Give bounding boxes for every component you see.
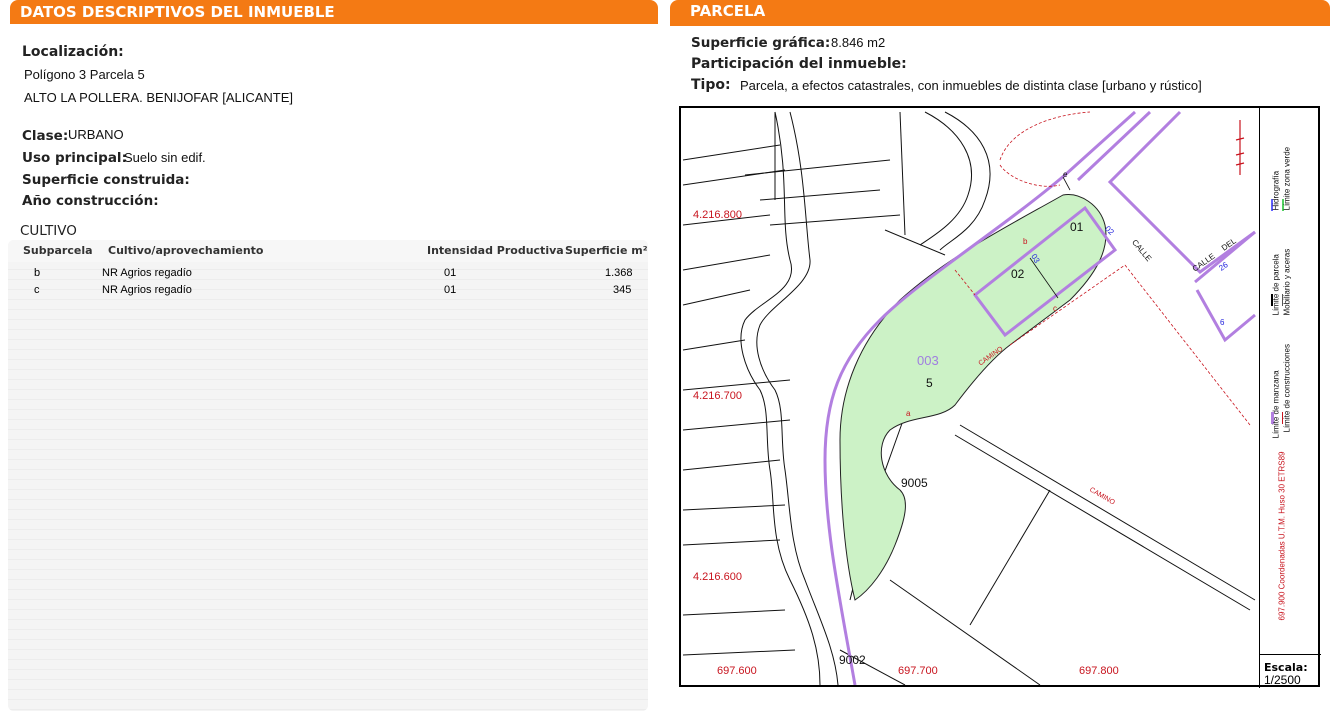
cultivo-title: CULTIVO	[20, 223, 77, 239]
cell-intensidad: 01	[444, 284, 457, 296]
superficie-grafica-value: 8.846 m2	[831, 35, 886, 50]
subparcel-02-label: 02	[1011, 267, 1025, 281]
col-cultivo: Cultivo/aprovechamiento	[108, 244, 264, 257]
x-tick-label: 697.700	[898, 665, 938, 677]
legend-manzana: Límite de manzana	[1271, 370, 1281, 439]
legend-hidrografia: Hidrografía	[1271, 170, 1281, 211]
map-svg	[682, 110, 1256, 685]
parcela-header: PARCELA	[670, 0, 1330, 26]
superficie-grafica-label: Superficie gráfica:	[691, 35, 831, 51]
legend-parcela: Límite de parcela	[1271, 254, 1281, 316]
x-tick-label: 697.600	[717, 665, 757, 677]
localizacion-line1: Polígono 3 Parcela 5	[24, 67, 145, 82]
subparcel-a-label: a	[906, 409, 911, 418]
parcela-title: PARCELA	[690, 2, 766, 20]
road-9005-label: 9005	[901, 476, 928, 490]
subparcel-01-label: 01	[1070, 220, 1084, 234]
localizacion-line2: ALTO LA POLLERA. BENIJOFAR [ALICANTE]	[24, 90, 294, 105]
cultivo-table: Subparcela Cultivo/aprovechamiento Inten…	[8, 240, 648, 711]
col-intensidad: Intensidad Productiva	[427, 244, 564, 257]
parcel-number-label: 5	[926, 376, 933, 390]
cell-superficie: 1.368	[605, 267, 633, 279]
participacion-label: Participación del inmueble:	[691, 56, 907, 72]
legend-construcciones: Límite de construcciones	[1282, 344, 1292, 433]
cell-superficie: 345	[613, 284, 632, 296]
table-header-row: Subparcela Cultivo/aprovechamiento Inten…	[8, 240, 648, 262]
x-tick-label: 697.800	[1079, 665, 1119, 677]
col-subparcela: Subparcela	[23, 244, 93, 257]
legend-zona-verde: Límite zona verde	[1282, 146, 1292, 211]
localizacion-label: Localización:	[22, 44, 124, 60]
clase-label: Clase:	[22, 128, 69, 144]
cell-sub: b	[34, 267, 41, 279]
cadastral-map[interactable]: 4.216.800 4.216.700 4.216.600 697.600 69…	[679, 106, 1320, 687]
door-number-label: 6	[1220, 318, 1225, 327]
scale-box: Escala: 1/2500	[1259, 654, 1321, 688]
clase-value: URBANO	[68, 127, 124, 142]
table-stripes	[8, 240, 648, 711]
legend-mobiliario: Mobiliario y aceras	[1282, 248, 1292, 316]
cell-cultivo: NR Agrios regadío	[102, 267, 192, 279]
superficie-construida-label: Superficie construida:	[22, 172, 190, 188]
parcel-code-label: 003	[917, 353, 939, 368]
road-9002-label: 9002	[839, 653, 866, 667]
y-tick-label: 4.216.800	[693, 209, 742, 221]
col-superficie: Superficie m²	[565, 244, 648, 257]
y-tick-label: 4.216.700	[693, 390, 742, 402]
cell-sub: c	[34, 284, 40, 296]
cell-cultivo: NR Agrios regadío	[102, 284, 192, 296]
descriptive-data-header: DATOS DESCRIPTIVOS DEL INMUEBLE	[10, 0, 658, 24]
y-tick-label: 4.216.600	[693, 571, 742, 583]
uso-value: Suelo sin edif.	[124, 150, 206, 165]
cell-intensidad: 01	[444, 267, 457, 279]
uso-label: Uso principal:	[22, 150, 127, 166]
descriptive-data-title: DATOS DESCRIPTIVOS DEL INMUEBLE	[20, 3, 335, 21]
tipo-label: Tipo:	[691, 77, 731, 93]
north-arrow-icon	[1235, 120, 1245, 175]
legend-coords: 697.900 Coordenadas U.T.M. Huso 30 ETRS8…	[1277, 451, 1287, 621]
map-legend: Límite de manzana Límite de construccion…	[1259, 106, 1321, 654]
tipo-value: Parcela, a efectos catastrales, con inmu…	[740, 78, 1202, 93]
map-mark-label: e	[1063, 170, 1068, 179]
subparcel-b-label: b	[1023, 237, 1028, 246]
ano-construccion-label: Año construcción:	[22, 193, 159, 209]
scale-value: 1/2500	[1264, 673, 1301, 687]
subparcel-c-label: c	[1053, 304, 1057, 313]
